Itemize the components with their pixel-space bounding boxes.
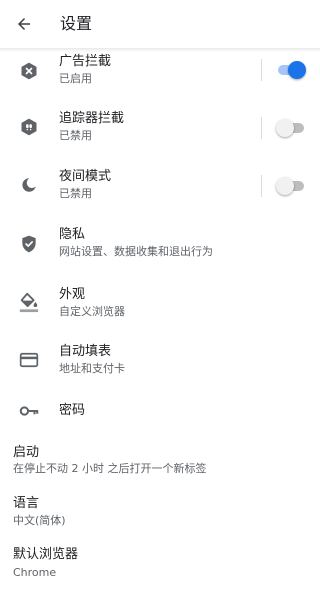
toggle-knob	[276, 177, 294, 195]
credit-card-icon	[17, 348, 41, 372]
setting-tracker-block[interactable]: 追踪器拦截 已禁用	[0, 100, 320, 156]
setting-title: 密码	[59, 403, 86, 418]
setting-subtitle: 地址和支付卡	[59, 362, 125, 375]
setting-title: 自动填表	[59, 344, 112, 359]
toggle-divider	[261, 117, 262, 139]
setting-subtitle: 已启用	[59, 72, 92, 85]
toggle-knob	[276, 119, 294, 137]
setting-autofill[interactable]: 自动填表 地址和支付卡	[0, 334, 320, 390]
setting-privacy[interactable]: 隐私 网站设置、数据收集和退出行为	[0, 216, 320, 272]
ad-block-toggle[interactable]	[276, 61, 306, 79]
setting-night-mode[interactable]: 夜间模式 已禁用	[0, 158, 320, 214]
toggle-knob	[288, 61, 306, 79]
privacy-shield-icon	[17, 232, 41, 256]
setting-ad-block[interactable]: 广告拦截 已启用	[0, 44, 320, 100]
setting-startup-subtitle: 在停止不动 2 小时 之后打开一个新标签	[13, 462, 207, 475]
setting-language-subtitle: 中文(简体)	[13, 514, 66, 527]
setting-language-title[interactable]: 语言	[13, 496, 39, 512]
toggle-divider	[261, 175, 262, 197]
setting-subtitle: 已禁用	[59, 187, 92, 200]
setting-subtitle: 网站设置、数据收集和退出行为	[59, 245, 213, 258]
setting-title: 外观	[59, 287, 86, 302]
setting-default-browser-title[interactable]: 默认浏览器	[13, 547, 78, 563]
setting-title: 追踪器拦截	[59, 111, 125, 126]
setting-passwords[interactable]: 密码	[0, 384, 320, 440]
setting-title: 夜间模式	[59, 169, 112, 184]
setting-subtitle: 自定义浏览器	[59, 305, 125, 318]
setting-title: 广告拦截	[59, 54, 112, 69]
ad-block-icon	[17, 59, 41, 83]
setting-title: 隐私	[59, 227, 86, 242]
night-mode-icon	[17, 173, 41, 197]
night-mode-toggle[interactable]	[276, 177, 306, 195]
key-icon	[17, 399, 41, 423]
arrow-back-icon[interactable]	[12, 12, 36, 36]
setting-startup-title[interactable]: 启动	[13, 445, 39, 461]
setting-appearance[interactable]: 外观 自定义浏览器	[0, 276, 320, 332]
tracker-block-toggle[interactable]	[276, 119, 306, 137]
toggle-divider	[261, 59, 262, 81]
app-bar: 设置	[0, 0, 320, 48]
setting-default-browser-subtitle: Chrome	[13, 566, 57, 579]
tracker-block-icon	[17, 115, 41, 139]
page-title: 设置	[60, 14, 93, 33]
paint-bucket-icon	[17, 290, 41, 314]
setting-subtitle: 已禁用	[59, 129, 92, 142]
